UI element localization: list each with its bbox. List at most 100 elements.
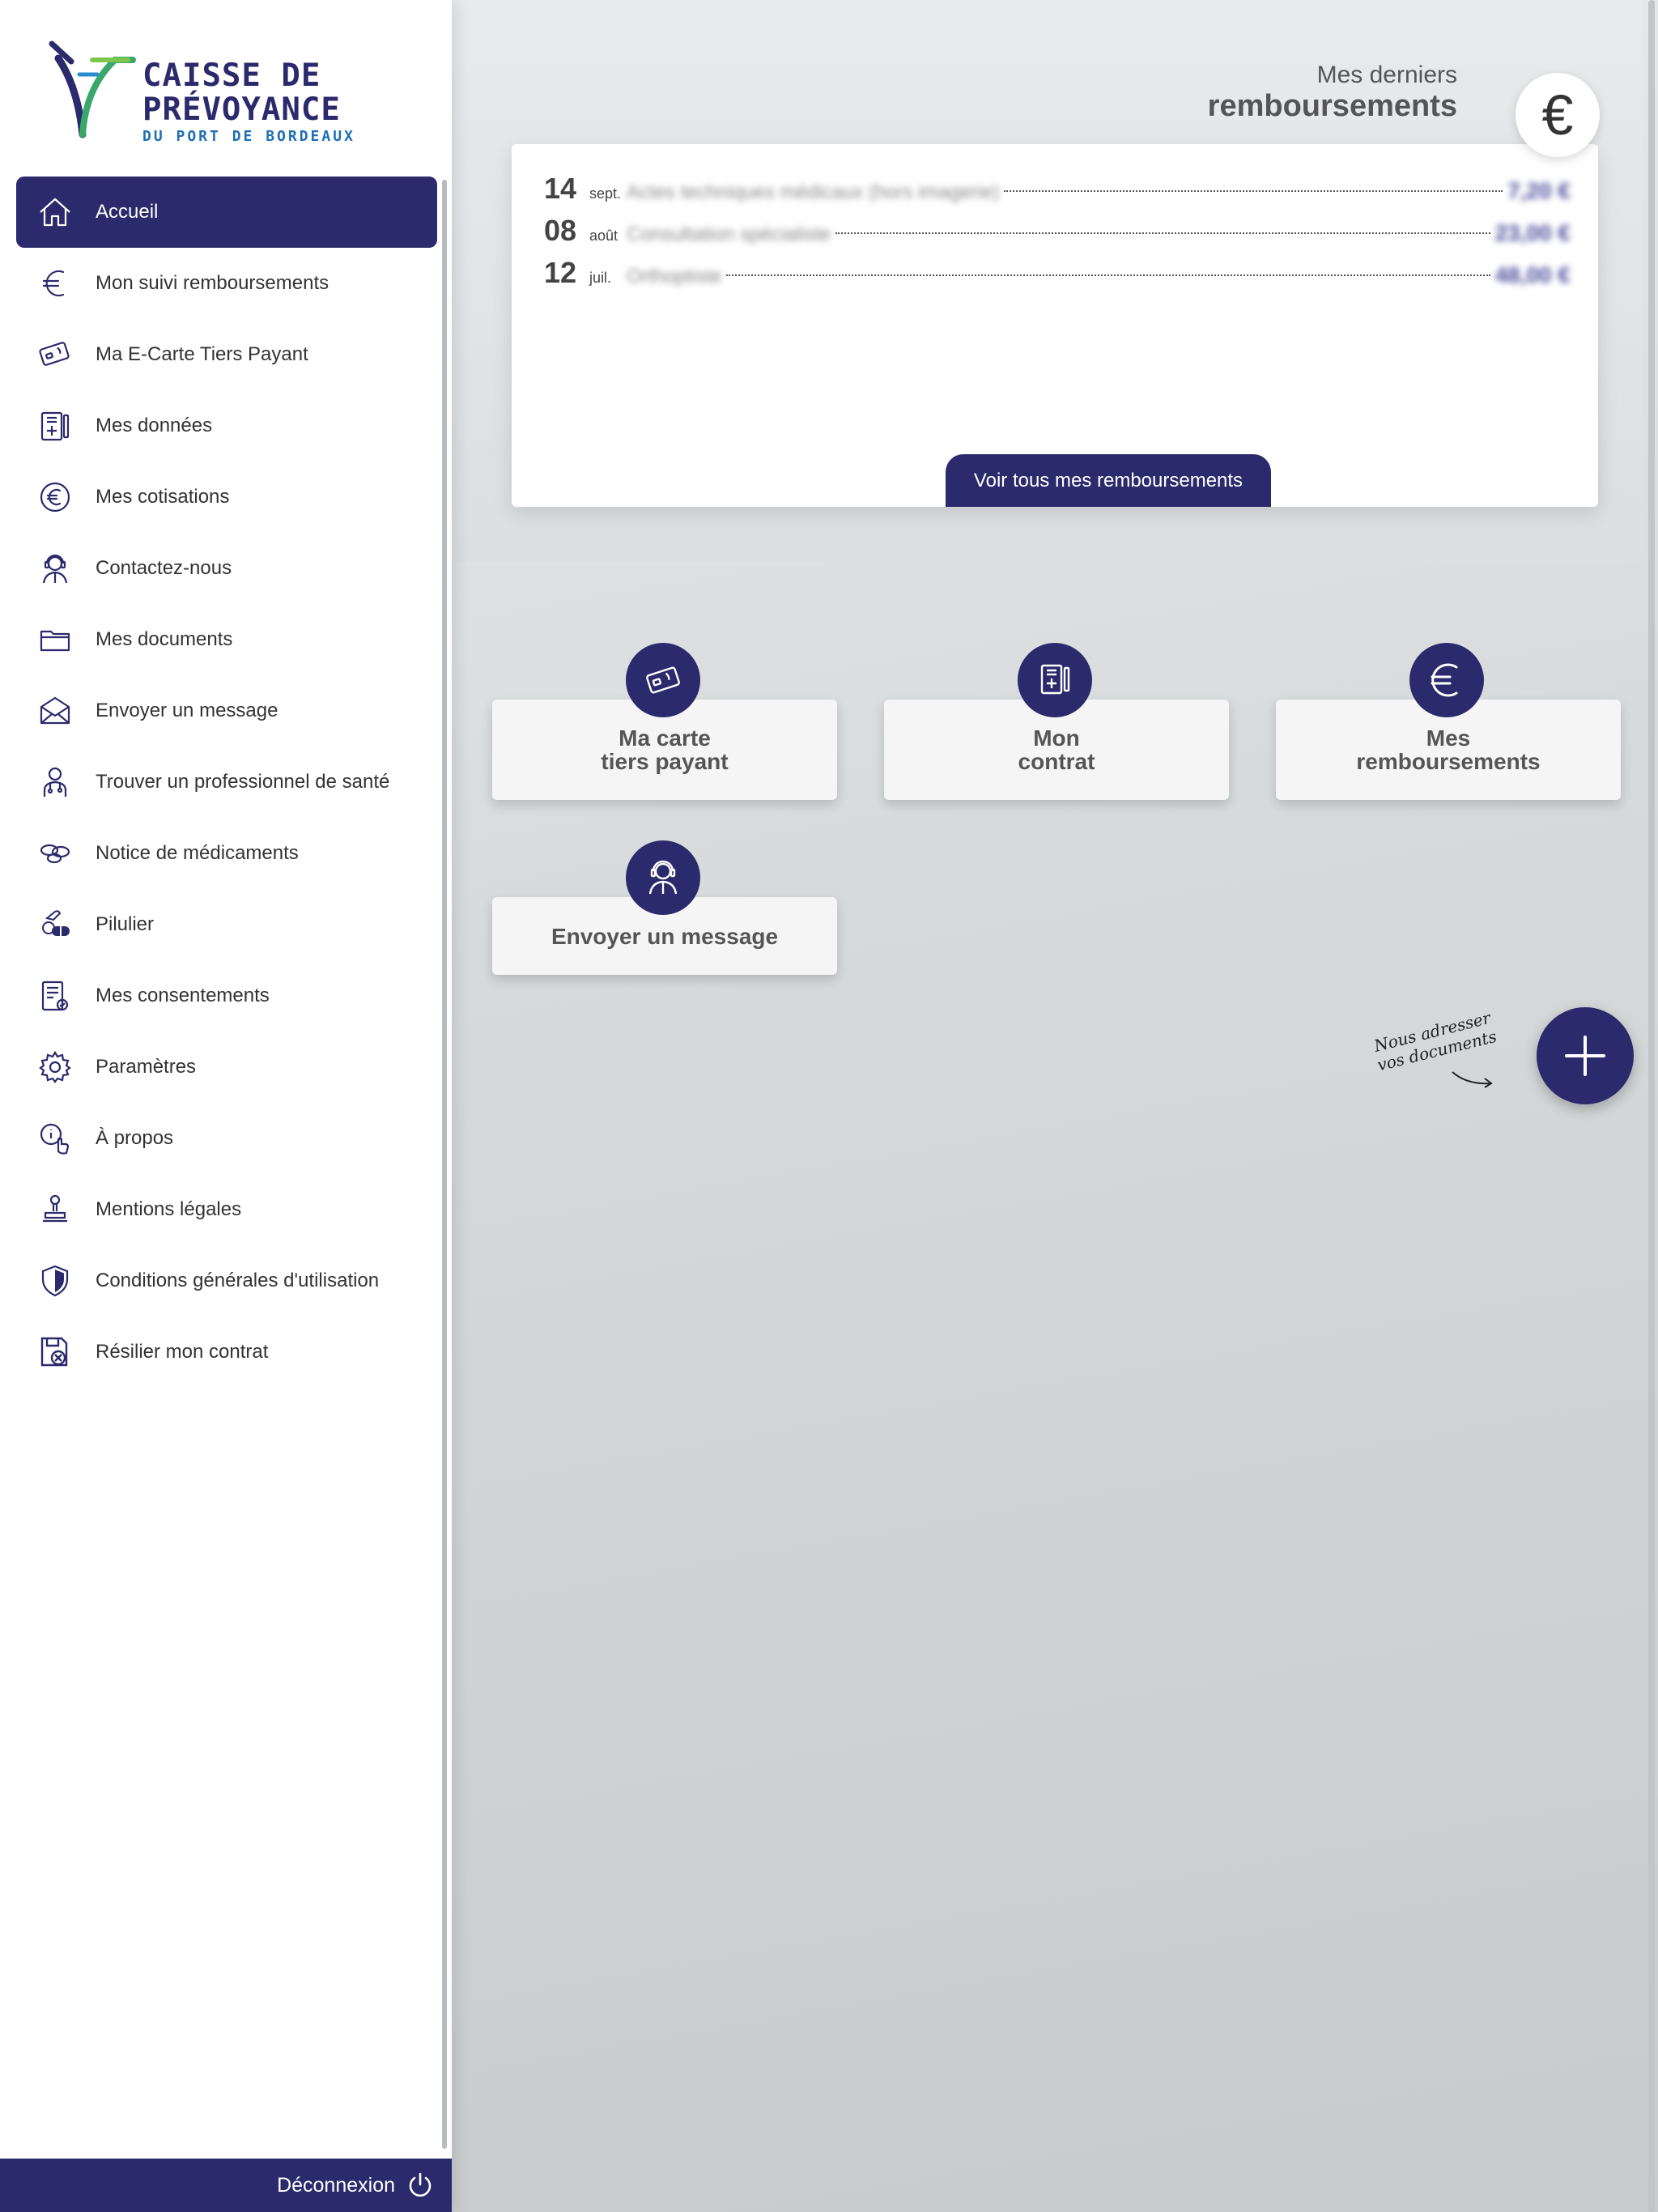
headset-agent-icon [37, 551, 73, 586]
medical-record-icon [37, 408, 73, 444]
cancel-contract-icon [37, 1334, 73, 1370]
brand-logo[interactable]: CAISSE DE PRÉVOYANCE DU PORT DE BORDEAUX [47, 39, 371, 148]
sidebar-item-label: Pilulier [96, 913, 155, 935]
sidebar-item-accueil[interactable]: Accueil [16, 177, 437, 248]
tile-label: Mes remboursements [1356, 725, 1541, 774]
shield-icon [37, 1263, 73, 1299]
reimbursements-title-line-1: Mes derniers [1316, 62, 1457, 88]
sidebar-item-contact[interactable]: Contactez-nous [16, 533, 437, 604]
sidebar-item-cgu[interactable]: Conditions générales d'utilisation [16, 1245, 437, 1317]
row-leader-dots [835, 232, 1490, 234]
sidebar-item-label: Mes données [96, 415, 213, 436]
row-month: août [589, 228, 619, 244]
row-amount: 23,00 € [1494, 220, 1571, 245]
sidebar-item-label: Mentions légales [96, 1198, 242, 1220]
sidebar-item-envoyer-message[interactable]: Envoyer un message [16, 675, 437, 747]
row-day: 12 [544, 256, 577, 289]
row-label: Orthoptiste [627, 266, 722, 287]
reimbursement-row[interactable]: 12 juil. Orthoptiste 48,00 € [544, 256, 1571, 298]
folder-icon [37, 622, 73, 657]
sidebar-item-label: Mes consentements [96, 985, 270, 1006]
sidebar-item-a-propos[interactable]: À propos [16, 1103, 437, 1174]
sidebar: CAISSE DE PRÉVOYANCE DU PORT DE BORDEAUX… [0, 0, 452, 2212]
euro-icon [1409, 643, 1484, 717]
row-day: 08 [544, 214, 577, 247]
sidebar-item-label: À propos [96, 1127, 174, 1149]
reimbursements-title-line-2: remboursements [1207, 89, 1457, 123]
tile-label: Mon contrat [1018, 725, 1095, 774]
see-all-reimbursements-button[interactable]: Voir tous mes remboursements [946, 454, 1271, 507]
euro-icon: € [1516, 73, 1600, 157]
row-month: juil. [589, 270, 612, 286]
sidebar-item-label: Accueil [96, 201, 159, 223]
add-documents-button[interactable] [1537, 1007, 1634, 1104]
reimbursement-row[interactable]: 14 sept. Actes techniques médicaux (hors… [544, 172, 1571, 214]
sidebar-item-cotisations[interactable]: Mes cotisations [16, 462, 437, 533]
row-day: 14 [544, 172, 577, 205]
gear-icon [37, 1049, 73, 1085]
reimbursement-row[interactable]: 08 août Consultation spécialiste 23,00 € [544, 214, 1571, 256]
sidebar-item-label: Contactez-nous [96, 557, 232, 579]
row-month: sept. [589, 185, 622, 202]
sidebar-item-trouver-professionnel[interactable]: Trouver un professionnel de santé [16, 747, 437, 818]
capsule-icon [37, 907, 73, 942]
fab-hint-note: Nous adresser vos documents [1367, 1006, 1503, 1075]
pills-icon [37, 836, 73, 871]
power-icon [409, 2172, 432, 2197]
tile-label: Envoyer un message [551, 923, 779, 949]
sidebar-item-notice-medicaments[interactable]: Notice de médicaments [16, 818, 437, 889]
reimbursements-section: Mes derniers remboursements 14 sept. Act… [452, 0, 1642, 562]
main-content: Mes derniers remboursements 14 sept. Act… [452, 0, 1658, 2212]
row-amount: 48,00 € [1494, 262, 1571, 287]
sidebar-item-label: Mes documents [96, 628, 233, 650]
euro-circle-icon [37, 479, 73, 515]
sidebar-item-pilulier[interactable]: Pilulier [16, 889, 437, 960]
home-icon [37, 194, 73, 230]
card-icon [626, 643, 700, 717]
row-label: Actes techniques médicaux (hors imagerie… [627, 181, 1000, 203]
sidebar-item-label: Envoyer un message [96, 700, 278, 721]
logo-mark-icon [49, 40, 136, 138]
brand-line-3: DU PORT DE BORDEAUX [142, 128, 355, 145]
plus-icon [1565, 1036, 1605, 1076]
row-amount: 7,20 € [1507, 178, 1571, 203]
sidebar-item-mentions-legales[interactable]: Mentions légales [16, 1174, 437, 1245]
sidebar-item-parametres[interactable]: Paramètres [16, 1032, 437, 1103]
sidebar-item-label: Trouver un professionnel de santé [96, 771, 390, 793]
consent-document-icon [37, 978, 73, 1014]
doctor-icon [37, 764, 73, 800]
sidebar-item-label: Notice de médicaments [96, 842, 299, 864]
logout-button[interactable]: Déconnexion [0, 2159, 452, 2212]
sidebar-item-consentements[interactable]: Mes consentements [16, 960, 437, 1032]
stamp-icon [37, 1192, 73, 1227]
tile-label: Ma carte tiers payant [601, 725, 729, 774]
sidebar-item-suivi-remboursements[interactable]: Mon suivi remboursements [16, 248, 437, 319]
sidebar-item-label: Conditions générales d'utilisation [96, 1270, 380, 1291]
info-touch-icon [37, 1121, 73, 1156]
sidebar-item-e-carte[interactable]: Ma E-Carte Tiers Payant [16, 319, 437, 390]
curved-arrow-icon [1452, 1071, 1493, 1088]
brand-line-1: CAISSE DE [142, 57, 321, 94]
sidebar-item-documents[interactable]: Mes documents [16, 604, 437, 675]
main-scrollbar[interactable] [1648, 0, 1655, 2212]
reimbursements-list: 14 sept. Actes techniques médicaux (hors… [544, 172, 1571, 298]
reimbursements-card: 14 sept. Actes techniques médicaux (hors… [512, 144, 1598, 507]
logout-label: Déconnexion [277, 2173, 395, 2197]
headset-agent-icon [626, 840, 700, 915]
sidebar-item-resilier[interactable]: Résilier mon contrat [16, 1317, 437, 1388]
sidebar-item-label: Paramètres [96, 1056, 197, 1078]
sidebar-scrollbar[interactable] [442, 180, 447, 2149]
sidebar-item-label: Ma E-Carte Tiers Payant [96, 343, 308, 365]
sidebar-item-label: Résilier mon contrat [96, 1341, 269, 1363]
row-leader-dots [726, 274, 1490, 276]
row-leader-dots [1004, 190, 1503, 192]
medical-record-icon [1018, 643, 1092, 717]
envelope-icon [37, 693, 73, 729]
sidebar-item-label: Mes cotisations [96, 486, 230, 508]
sidebar-item-label: Mon suivi remboursements [96, 272, 329, 294]
brand-line-2: PRÉVOYANCE [142, 91, 341, 128]
sidebar-item-mes-donnees[interactable]: Mes données [16, 390, 437, 462]
euro-icon [37, 266, 73, 301]
card-icon [37, 337, 73, 372]
row-label: Consultation spécialiste [627, 223, 831, 245]
